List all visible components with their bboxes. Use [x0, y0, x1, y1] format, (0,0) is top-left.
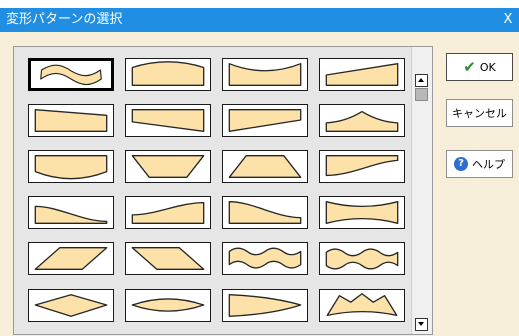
pattern-tile-6[interactable]: [125, 104, 211, 137]
checkmark-icon: ✔: [463, 58, 476, 76]
pattern-tile-19[interactable]: [222, 242, 308, 275]
help-button[interactable]: ? ヘルプ: [446, 150, 513, 178]
pattern-tile-17[interactable]: [28, 242, 114, 275]
question-circle-icon: ?: [454, 157, 468, 171]
pattern-tile-21[interactable]: [28, 289, 114, 322]
pattern-tile-4[interactable]: [319, 58, 405, 91]
pattern-tile-14[interactable]: [125, 196, 211, 229]
cancel-button-label: キャンセル: [452, 107, 507, 120]
pattern-tile-15[interactable]: [222, 196, 308, 229]
background-strip: [0, 0, 519, 8]
pattern-tile-7[interactable]: [222, 104, 308, 137]
window-title: 変形パターンの選択: [6, 12, 123, 27]
scrollbar-thumb[interactable]: [415, 88, 428, 101]
title-bar: 変形パターンの選択 X: [0, 8, 519, 32]
pattern-tile-11[interactable]: [222, 150, 308, 183]
pattern-tile-5[interactable]: [28, 104, 114, 137]
pattern-tile-13[interactable]: [28, 196, 114, 229]
pattern-tile-23[interactable]: [222, 289, 308, 322]
close-button[interactable]: X: [497, 8, 519, 32]
arrow-up-icon[interactable]: [415, 74, 428, 87]
pattern-tile-10[interactable]: [125, 150, 211, 183]
pattern-tile-3[interactable]: [222, 58, 308, 91]
pattern-tile-22[interactable]: [125, 289, 211, 322]
gallery-scrollbar[interactable]: [411, 47, 432, 334]
pattern-tile-16[interactable]: [319, 196, 405, 229]
pattern-tile-9[interactable]: [28, 150, 114, 183]
arrow-down-icon[interactable]: [415, 318, 428, 331]
help-button-label: ヘルプ: [472, 158, 505, 171]
pattern-tile-1[interactable]: [28, 58, 114, 91]
ok-button-label: OK: [479, 60, 496, 74]
pattern-tile-2[interactable]: [125, 58, 211, 91]
pattern-tile-20[interactable]: [319, 242, 405, 275]
pattern-tile-18[interactable]: [125, 242, 211, 275]
dialog-body: ✔ OK キャンセル ? ヘルプ: [0, 32, 519, 336]
pattern-tile-24[interactable]: [319, 289, 405, 322]
pattern-tile-12[interactable]: [319, 150, 405, 183]
pattern-tile-8[interactable]: [319, 104, 405, 137]
pattern-gallery: [13, 46, 433, 335]
cancel-button[interactable]: キャンセル: [446, 99, 513, 127]
pattern-grid: [14, 47, 411, 334]
ok-button[interactable]: ✔ OK: [446, 53, 513, 81]
